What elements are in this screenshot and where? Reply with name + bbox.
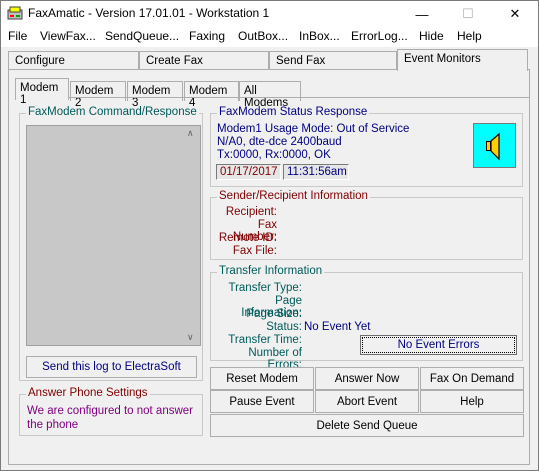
tab-send-fax[interactable]: Send Fax xyxy=(269,51,397,71)
menu-viewfax[interactable]: ViewFax... xyxy=(38,29,98,43)
tab-label: Configure xyxy=(15,55,65,67)
tab-modem-4[interactable]: Modem 4 xyxy=(184,81,239,109)
status-line-2: N/A0, dte-dce 2400baud xyxy=(217,136,342,148)
menu-inbox[interactable]: InBox... xyxy=(297,29,342,43)
status-line-1: Modem1 Usage Mode: Out of Service xyxy=(217,123,410,135)
help-label: Help xyxy=(460,395,484,408)
transfer-time-label: Transfer Time: xyxy=(228,334,302,346)
status-response-title: FaxModem Status Response xyxy=(217,106,370,118)
minimize-button[interactable]: — xyxy=(399,1,445,27)
maximize-icon: ☐ xyxy=(462,6,474,21)
page-size-label: Page Size: xyxy=(246,308,302,320)
modem-panel-border xyxy=(15,97,529,98)
remote-id-label: Remote ID: xyxy=(218,232,277,244)
command-response-log[interactable]: ∧ ∨ xyxy=(26,125,201,346)
tab-configure[interactable]: Configure xyxy=(8,51,139,71)
answer-phone-title: Answer Phone Settings xyxy=(26,387,150,399)
menu-errorlog[interactable]: ErrorLog... xyxy=(349,29,410,43)
send-log-button[interactable]: Send this log to ElectraSoft xyxy=(26,356,197,378)
tab-label: Send Fax xyxy=(276,55,326,67)
transfer-type-label: Transfer Type: xyxy=(228,282,302,294)
tab-modem-1[interactable]: Modem 1 xyxy=(15,78,69,106)
minimize-icon: — xyxy=(415,6,429,22)
sender-recipient-title: Sender/Recipient Information xyxy=(217,190,370,202)
command-response-title: FaxModem Command/Response xyxy=(26,106,199,118)
status-value: No Event Yet xyxy=(304,321,371,333)
fax-file-label: Fax File: xyxy=(232,245,277,257)
menu-sendqueue[interactable]: SendQueue... xyxy=(103,29,181,43)
menu-file[interactable]: File xyxy=(6,29,29,43)
no-event-errors-label: No Event Errors xyxy=(397,339,480,351)
answer-now-label: Answer Now xyxy=(334,372,400,385)
status-line-3: Tx:0000, Rx:0000, OK xyxy=(217,149,331,161)
menu-hide[interactable]: Hide xyxy=(417,29,446,43)
fax-on-demand-label: Fax On Demand xyxy=(429,372,515,385)
scroll-down-icon[interactable]: ∨ xyxy=(187,332,194,343)
abort-event-button[interactable]: Abort Event xyxy=(315,390,419,413)
abort-event-label: Abort Event xyxy=(336,395,398,408)
delete-send-queue-label: Delete Send Queue xyxy=(316,419,418,432)
tab-event-monitors[interactable]: Event Monitors xyxy=(397,49,528,71)
help-button[interactable]: Help xyxy=(420,390,524,413)
menu-faxing[interactable]: Faxing xyxy=(187,29,227,43)
reset-modem-button[interactable]: Reset Modem xyxy=(210,367,314,390)
close-button[interactable]: ✕ xyxy=(492,1,538,27)
reset-modem-label: Reset Modem xyxy=(226,372,298,385)
no-event-errors-button[interactable]: No Event Errors xyxy=(360,335,517,355)
tab-modem-2[interactable]: Modem 2 xyxy=(70,81,126,109)
log-scrollbar[interactable]: ∧ ∨ xyxy=(183,126,200,345)
menu-outbox[interactable]: OutBox... xyxy=(236,29,290,43)
status-date: 01/17/2017 xyxy=(216,164,281,180)
faxamatic-app-icon xyxy=(7,6,23,22)
answer-phone-text: We are configured to not answer the phon… xyxy=(27,405,193,431)
pause-event-label: Pause Event xyxy=(229,395,295,408)
app-window: FaxAmatic - Version 17.01.01 - Workstati… xyxy=(0,0,539,471)
send-log-label: Send this log to ElectraSoft xyxy=(42,361,181,373)
tab-modem-3[interactable]: Modem 3 xyxy=(127,81,183,109)
status-label: Status: xyxy=(266,321,302,333)
recipient-label: Recipient: xyxy=(225,206,277,218)
maximize-button[interactable]: ☐ xyxy=(445,1,491,27)
transfer-info-title: Transfer Information xyxy=(217,265,325,277)
menu-bar: File ViewFax... SendQueue... Faxing OutB… xyxy=(1,27,538,47)
speaker-icon[interactable] xyxy=(473,123,516,168)
tab-label: Event Monitors xyxy=(404,53,481,65)
tab-create-fax[interactable]: Create Fax xyxy=(139,51,269,71)
tab-label: Create Fax xyxy=(146,55,203,67)
title-bar: FaxAmatic - Version 17.01.01 - Workstati… xyxy=(1,1,538,27)
delete-send-queue-button[interactable]: Delete Send Queue xyxy=(210,414,524,437)
menu-help[interactable]: Help xyxy=(455,29,484,43)
close-icon: ✕ xyxy=(509,6,521,21)
scroll-up-icon[interactable]: ∧ xyxy=(187,128,194,139)
fax-on-demand-button[interactable]: Fax On Demand xyxy=(420,367,524,390)
status-time: 11:31:56am xyxy=(283,164,349,180)
pause-event-button[interactable]: Pause Event xyxy=(210,390,314,413)
window-title: FaxAmatic - Version 17.01.01 - Workstati… xyxy=(28,6,270,20)
answer-now-button[interactable]: Answer Now xyxy=(315,367,419,390)
tab-all-modems[interactable]: All Modems xyxy=(239,81,301,109)
